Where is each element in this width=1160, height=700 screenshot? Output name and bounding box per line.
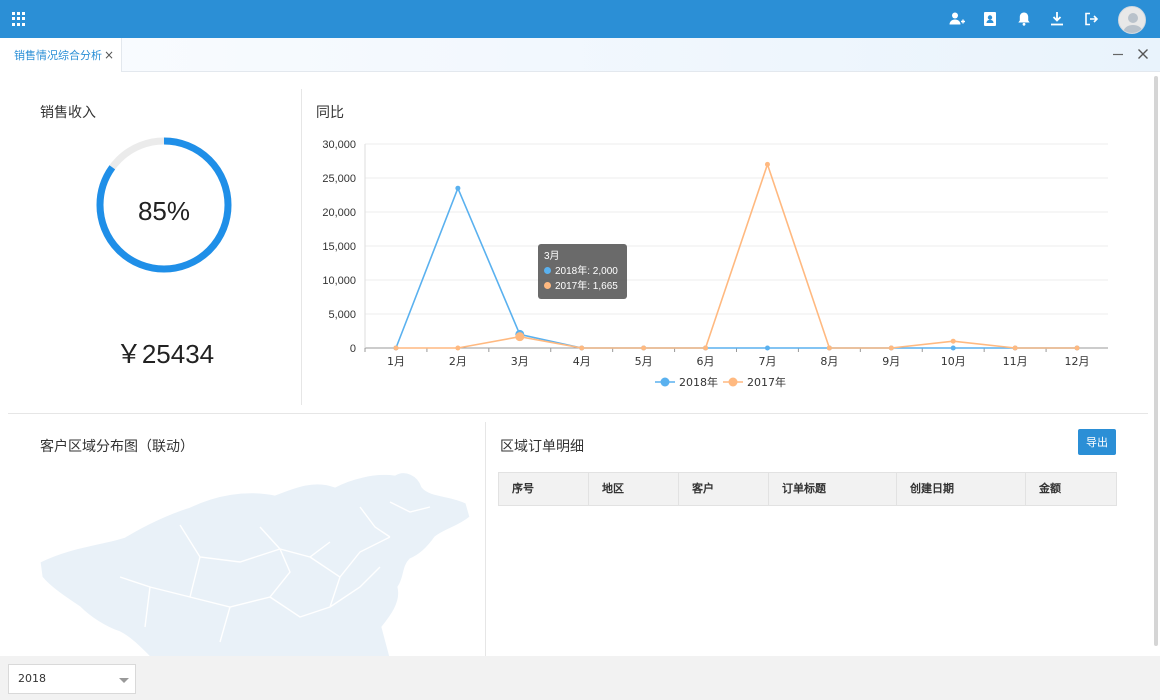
apps-icon[interactable] xyxy=(12,12,26,26)
china-map[interactable] xyxy=(30,467,480,657)
legend-dot-icon xyxy=(544,267,551,274)
bottom-bar: 2018 xyxy=(0,656,1160,700)
chart-tooltip: 3月 2018年: 2,000 2017年: 1,665 xyxy=(538,244,627,299)
y-tick-label: 5,000 xyxy=(328,309,356,321)
series-line-2 xyxy=(395,161,1078,349)
column-header[interactable]: 地区 xyxy=(589,473,679,505)
logout-icon[interactable] xyxy=(1081,9,1101,29)
contacts-icon[interactable] xyxy=(980,9,1000,29)
data-point xyxy=(764,161,770,167)
x-tick-label: 9月 xyxy=(882,355,900,368)
column-header[interactable]: 创建日期 xyxy=(897,473,1026,505)
data-point xyxy=(641,345,647,351)
add-user-icon[interactable] xyxy=(946,9,966,29)
x-tick-label: 10月 xyxy=(941,355,966,368)
section-divider xyxy=(485,422,486,656)
data-point xyxy=(515,332,525,342)
x-tick-label: 1月 xyxy=(387,355,405,368)
sales-title: 销售收入 xyxy=(40,105,96,121)
sales-amount: ￥25434 xyxy=(115,339,215,369)
chevron-down-icon xyxy=(119,678,129,683)
column-header[interactable]: 金额 xyxy=(1026,473,1116,505)
export-button[interactable]: 导出 xyxy=(1078,429,1116,455)
tab-sales-analysis[interactable]: 销售情况综合分析 × xyxy=(0,38,122,72)
data-point xyxy=(764,345,770,351)
close-icon[interactable] xyxy=(1136,47,1150,61)
tooltip-row: 2017年: 1,665 xyxy=(544,279,621,294)
x-tick-label: 2月 xyxy=(449,355,467,368)
tab-close-icon[interactable]: × xyxy=(104,48,114,62)
section-divider xyxy=(8,413,1148,414)
column-header[interactable]: 订单标题 xyxy=(769,473,897,505)
region-title: 客户区域分布图（联动） xyxy=(40,439,194,455)
legend-dot-icon xyxy=(544,282,551,289)
x-tick-label: 5月 xyxy=(635,355,653,368)
x-tick-label: 3月 xyxy=(511,355,529,368)
y-tick-label: 10,000 xyxy=(322,275,356,287)
column-header[interactable]: 序号 xyxy=(499,473,589,505)
data-point xyxy=(826,345,832,351)
y-tick-label: 20,000 xyxy=(322,207,356,219)
x-tick-label: 7月 xyxy=(758,355,776,368)
year-select[interactable]: 2018 xyxy=(8,664,136,694)
tab-label: 销售情况综合分析 xyxy=(14,49,102,62)
year-select-value: 2018 xyxy=(18,672,46,685)
avatar[interactable] xyxy=(1118,6,1146,34)
data-point xyxy=(1074,345,1080,351)
tooltip-row-text: 2018年: 2,000 xyxy=(555,266,618,277)
data-point xyxy=(950,345,956,351)
y-tick-label: 15,000 xyxy=(322,241,356,253)
data-point xyxy=(1012,345,1018,351)
data-point xyxy=(455,345,461,351)
y-tick-label: 30,000 xyxy=(322,139,356,151)
x-tick-label: 6月 xyxy=(697,355,715,368)
yoy-line-chart: 0 5,000 10,000 15,000 20,000 25,000 30,000 1月 2月… xyxy=(322,139,1108,389)
legend-marker xyxy=(728,377,738,387)
orders-table-header: 序号 地区 客户 订单标题 创建日期 金额 xyxy=(498,472,1117,506)
minimize-icon[interactable] xyxy=(1111,47,1125,61)
tooltip-title: 3月 xyxy=(544,251,560,262)
y-tick-label: 25,000 xyxy=(322,173,356,185)
legend-label: 2017年 xyxy=(747,375,786,389)
tooltip-row-text: 2017年: 1,665 xyxy=(555,281,618,292)
data-point xyxy=(455,185,461,191)
top-bar xyxy=(0,0,1160,38)
data-point xyxy=(393,345,399,351)
x-tick-label: 11月 xyxy=(1003,355,1028,368)
data-point xyxy=(950,338,956,344)
data-point xyxy=(888,345,894,351)
x-tick-label: 8月 xyxy=(820,355,838,368)
orders-title: 区域订单明细 xyxy=(500,439,584,455)
column-header[interactable]: 客户 xyxy=(679,473,769,505)
tab-bar: 销售情况综合分析 × xyxy=(0,38,1160,72)
section-divider xyxy=(301,89,302,405)
scrollbar[interactable] xyxy=(1154,76,1158,646)
legend-marker xyxy=(660,377,670,387)
y-tick-label: 0 xyxy=(350,343,356,355)
bell-icon[interactable] xyxy=(1014,9,1034,29)
x-tick-label: 4月 xyxy=(573,355,591,368)
tooltip-row: 2018年: 2,000 xyxy=(544,264,621,279)
x-tick-label: 12月 xyxy=(1065,355,1090,368)
data-point xyxy=(703,345,709,351)
download-icon[interactable] xyxy=(1047,9,1067,29)
legend-label: 2018年 xyxy=(679,375,718,389)
data-point xyxy=(579,345,585,351)
progress-percent: 85% xyxy=(137,196,191,226)
yoy-title: 同比 xyxy=(316,105,344,121)
